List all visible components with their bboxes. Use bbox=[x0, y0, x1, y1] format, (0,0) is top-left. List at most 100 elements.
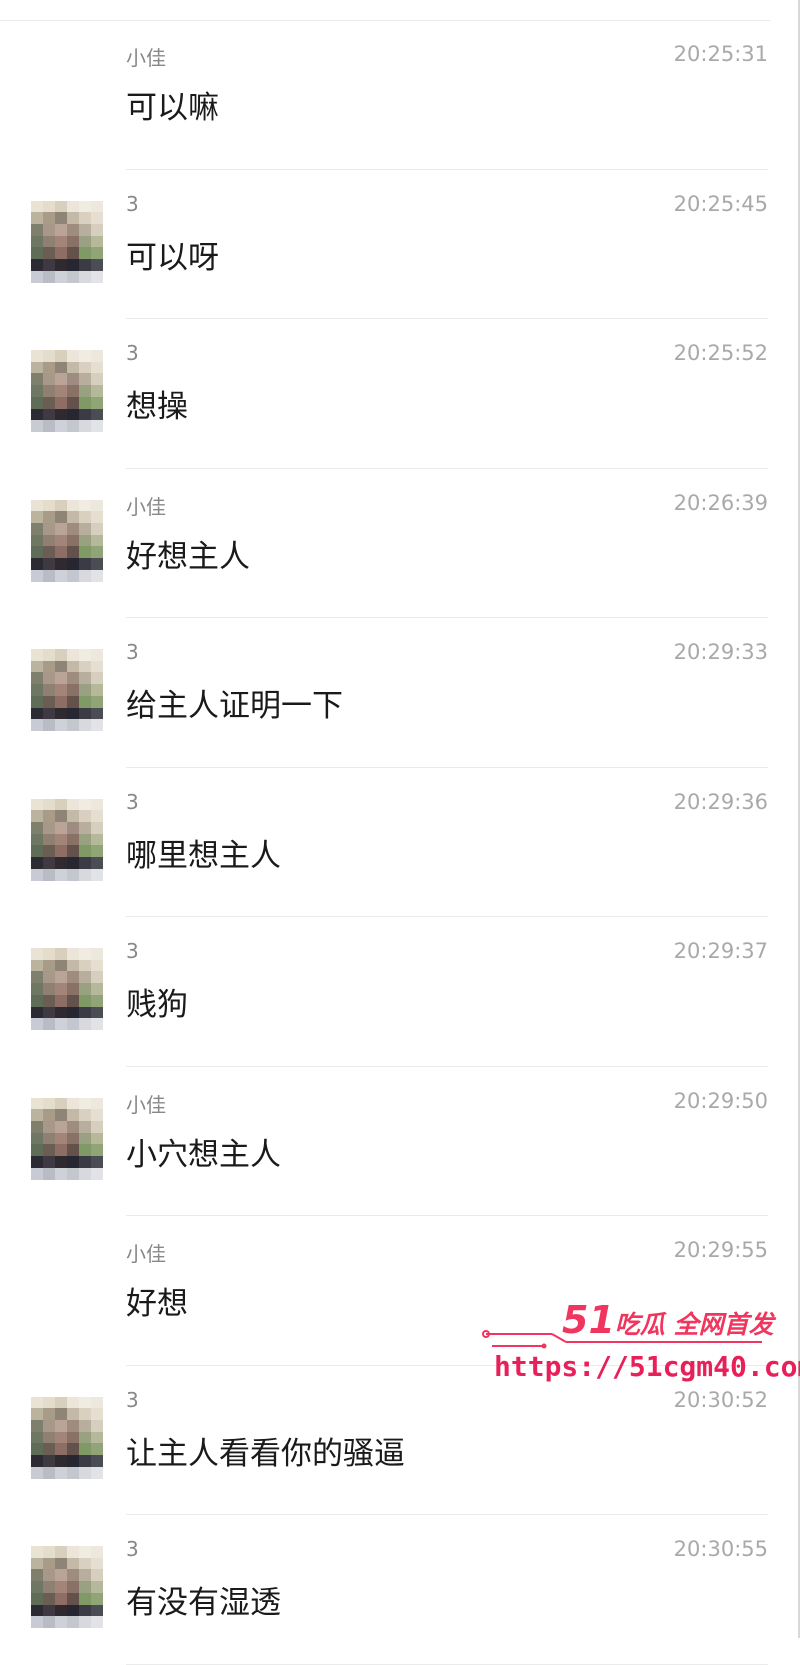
avatar-pixel bbox=[91, 1132, 103, 1145]
avatar-pixel bbox=[91, 499, 103, 512]
avatar-pixel bbox=[31, 522, 43, 535]
avatar-pixel bbox=[67, 1132, 79, 1145]
avatar-pixel bbox=[31, 558, 43, 570]
avatar-pixel bbox=[91, 1604, 103, 1617]
avatar-pixel bbox=[91, 798, 103, 811]
avatar-pixel bbox=[31, 396, 43, 409]
avatar-pixel bbox=[79, 672, 91, 685]
avatar-pixel bbox=[55, 1419, 67, 1432]
avatar-pixel bbox=[55, 361, 67, 374]
avatar-pixel bbox=[55, 1132, 67, 1145]
watermark-url: https://51cgm40.com bbox=[494, 1350, 800, 1383]
avatar-pixel bbox=[43, 959, 55, 972]
avatar-pixel bbox=[55, 1443, 67, 1456]
avatar[interactable] bbox=[31, 200, 103, 283]
avatar[interactable] bbox=[31, 1546, 103, 1628]
avatar-pixel bbox=[55, 373, 67, 386]
avatar-pixel bbox=[43, 1156, 55, 1168]
avatar-pixel bbox=[79, 223, 91, 236]
avatar-pixel bbox=[43, 259, 55, 271]
avatar-pixel bbox=[31, 1156, 43, 1168]
avatar[interactable] bbox=[31, 1097, 103, 1180]
chat-message[interactable]: 3 20:29:33 给主人证明一下 bbox=[0, 618, 770, 768]
avatar-pixel bbox=[43, 983, 55, 995]
avatar-pixel bbox=[79, 1569, 91, 1582]
message-text: 给主人证明一下 bbox=[126, 688, 343, 724]
avatar-pixel bbox=[91, 1120, 103, 1133]
chat-message[interactable]: 3 20:30:55 有没有湿透 bbox=[0, 1515, 770, 1665]
avatar-pixel bbox=[55, 798, 67, 811]
avatar-pixel bbox=[79, 1592, 91, 1605]
avatar[interactable] bbox=[31, 350, 103, 432]
chat-message[interactable]: 小佳 20:25:31 可以嘛 bbox=[0, 20, 770, 170]
avatar-pixel bbox=[67, 534, 79, 547]
avatar-pixel bbox=[91, 1109, 103, 1121]
avatar[interactable] bbox=[31, 499, 103, 582]
avatar-pixel bbox=[55, 660, 67, 673]
avatar-pixel bbox=[55, 534, 67, 547]
avatar-pixel bbox=[91, 707, 103, 720]
avatar-pixel bbox=[79, 833, 91, 846]
avatar-pixel bbox=[79, 235, 91, 248]
avatar-pixel bbox=[43, 385, 55, 397]
avatar[interactable] bbox=[31, 948, 103, 1030]
avatar-pixel bbox=[43, 200, 55, 213]
avatar-pixel bbox=[91, 1546, 103, 1558]
avatar-pixel bbox=[43, 522, 55, 535]
avatar-pixel bbox=[43, 499, 55, 512]
avatar-pixel bbox=[79, 200, 91, 213]
avatar-pixel bbox=[55, 684, 67, 696]
avatar-pixel bbox=[43, 361, 55, 374]
avatar-pixel bbox=[79, 499, 91, 512]
avatar-pixel bbox=[31, 660, 43, 673]
avatar-pixel bbox=[31, 971, 43, 984]
sender-name: 3 bbox=[126, 341, 139, 365]
avatar-pixel bbox=[31, 499, 43, 512]
avatar-pixel bbox=[31, 373, 43, 386]
avatar-pixel bbox=[91, 1144, 103, 1157]
avatar-pixel bbox=[79, 719, 91, 731]
avatar[interactable] bbox=[31, 798, 103, 881]
avatar-pixel bbox=[91, 857, 103, 869]
avatar-pixel bbox=[55, 1616, 67, 1628]
avatar-pixel bbox=[91, 558, 103, 570]
avatar-pixel bbox=[79, 361, 91, 374]
avatar-pixel bbox=[79, 1604, 91, 1617]
avatar-pixel bbox=[79, 558, 91, 570]
avatar-pixel bbox=[31, 994, 43, 1007]
avatar-pixel bbox=[31, 1592, 43, 1605]
avatar-pixel bbox=[67, 649, 79, 661]
chat-message[interactable]: 小佳 20:26:39 好想主人 bbox=[0, 469, 770, 618]
avatar-pixel bbox=[31, 569, 43, 582]
avatar-pixel bbox=[79, 350, 91, 362]
avatar[interactable] bbox=[31, 1396, 103, 1479]
avatar-pixel bbox=[31, 546, 43, 559]
chat-message[interactable]: 小佳 20:29:50 小穴想主人 bbox=[0, 1067, 770, 1216]
avatar-pixel bbox=[91, 270, 103, 283]
avatar-pixel bbox=[67, 1006, 79, 1019]
avatar[interactable] bbox=[31, 649, 103, 731]
avatar-pixel bbox=[79, 994, 91, 1007]
avatar-pixel bbox=[31, 1419, 43, 1432]
message-text: 贱狗 bbox=[126, 987, 188, 1023]
avatar-pixel bbox=[79, 1109, 91, 1121]
chat-message[interactable]: 3 20:29:37 贱狗 bbox=[0, 917, 770, 1067]
avatar-pixel bbox=[31, 672, 43, 685]
avatar-pixel bbox=[79, 522, 91, 535]
avatar-pixel bbox=[91, 695, 103, 708]
avatar-pixel bbox=[67, 1396, 79, 1409]
avatar-pixel bbox=[91, 1167, 103, 1180]
avatar-pixel bbox=[79, 845, 91, 858]
avatar-pixel bbox=[31, 1144, 43, 1157]
avatar-pixel bbox=[31, 212, 43, 224]
avatar-pixel bbox=[67, 810, 79, 822]
avatar-pixel bbox=[43, 546, 55, 559]
avatar-pixel bbox=[91, 235, 103, 248]
chat-message[interactable]: 3 20:29:36 哪里想主人 bbox=[0, 768, 770, 917]
avatar-pixel bbox=[31, 959, 43, 972]
avatar-pixel bbox=[67, 420, 79, 432]
chat-message[interactable]: 3 20:25:52 想操 bbox=[0, 319, 770, 469]
chat-message[interactable]: 3 20:25:45 可以呀 bbox=[0, 170, 770, 319]
message-divider bbox=[126, 1663, 768, 1665]
sender-name: 3 bbox=[126, 939, 139, 963]
